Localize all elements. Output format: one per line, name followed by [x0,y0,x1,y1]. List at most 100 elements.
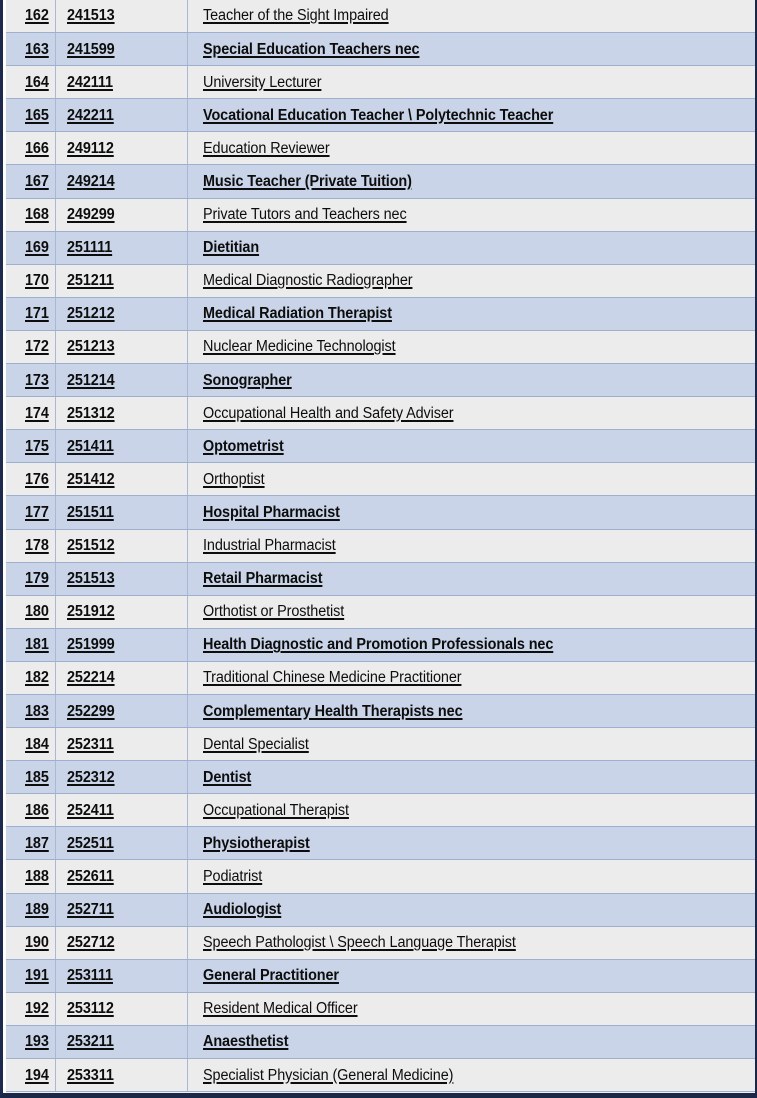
occupation-title-cell: Anaesthetist [187,1025,755,1060]
row-index-text: 178 [25,537,49,555]
table-row[interactable]: 192 253112 Resident Medical Officer [6,992,755,1026]
row-index-cell: 176 [6,462,56,497]
table-row[interactable]: 162 241513 Teacher of the Sight Impaired [6,0,755,34]
occupation-title-text: Orthotist or Prosthetist [202,603,344,621]
occupation-title-text: Private Tutors and Teachers nec [202,206,407,224]
occupation-code-cell: 252411 [55,793,188,828]
table-row[interactable]: 187 252511 Physiotherapist [6,826,755,861]
table-row[interactable]: 171 251212 Medical Radiation Therapist [6,297,755,331]
table-row[interactable]: 183 252299 Complementary Health Therapists… [6,694,755,729]
row-index-text: 170 [25,272,49,290]
row-index-text: 183 [25,702,49,720]
table-row[interactable]: 167 249214 Music Teacher (Private Tuition) [6,164,755,199]
table-row[interactable]: 181 251999 Health Diagnostic and Promotion… [6,628,755,662]
table-row[interactable]: 186 252411 Occupational Therapist [6,793,755,828]
occupation-code-text: 252312 [66,768,115,786]
table-row[interactable]: 191 253111 General Practitioner [6,959,755,993]
occupation-table-body: 162 241513 Teacher of the Sight Impaired 16… [6,0,755,1093]
occupation-title-text: Sonographer [202,371,292,389]
occupation-code-text: 252299 [66,702,115,720]
table-row[interactable]: 176 251412 Orthoptist [6,462,755,497]
table-row[interactable]: 180 251912 Orthotist or Prosthetist [6,595,755,629]
occupation-title-cell: Hospital Pharmacist [187,495,755,530]
table-row[interactable]: 165 242211 Vocational Education Teacher \ … [6,98,755,133]
table-row[interactable]: 184 252311 Dental Specialist [6,727,755,762]
occupation-code-cell: 251999 [55,628,188,662]
occupation-title-cell: Dentist [187,760,755,795]
row-index-cell: 163 [6,32,56,67]
row-index-text: 169 [25,239,49,257]
occupation-code-text: 251213 [66,338,115,356]
row-index-cell: 170 [6,264,56,298]
occupation-title-text: Physiotherapist [202,834,310,852]
table-row[interactable]: 170 251211 Medical Diagnostic Radiographer [6,264,755,298]
table-row[interactable]: 166 249112 Education Reviewer [6,131,755,166]
occupation-code-cell: 241599 [55,32,188,67]
row-index-cell: 193 [6,1025,56,1060]
occupation-code-cell: 242111 [55,65,188,100]
table-row[interactable]: 173 251214 Sonographer [6,363,755,398]
table-row[interactable]: 179 251513 Retail Pharmacist [6,562,755,596]
row-index-cell: 174 [6,396,56,431]
occupation-code-cell: 253111 [55,959,188,993]
occupation-code-text: 252214 [66,669,115,687]
row-index-cell: 173 [6,363,56,398]
occupation-code-text: 242211 [66,106,114,124]
occupation-title-cell: Dental Specialist [187,727,755,762]
occupation-code-cell: 242211 [55,98,188,133]
occupation-code-text: 252411 [66,801,114,819]
row-index-text: 174 [25,404,49,422]
occupation-code-cell: 249214 [55,164,188,199]
row-index-text: 180 [25,603,49,621]
document-frame: 162 241513 Teacher of the Sight Impaired 16… [0,0,757,1098]
table-row[interactable]: 169 251111 Dietitian [6,231,755,265]
occupation-code-text: 253111 [66,967,113,985]
occupation-code-cell: 253112 [55,992,188,1026]
occupation-code-cell: 251214 [55,363,188,398]
row-index-text: 166 [25,139,49,157]
row-index-cell: 191 [6,959,56,993]
occupation-code-text: 252712 [66,934,115,952]
table-row[interactable]: 194 253311 Specialist Physician (General M… [6,1058,755,1093]
table-row[interactable]: 164 242111 University Lecturer [6,65,755,100]
table-row[interactable]: 182 252214 Traditional Chinese Medicine Pr… [6,661,755,695]
row-index-text: 167 [25,173,49,191]
row-index-cell: 187 [6,826,56,861]
table-row[interactable]: 193 253211 Anaesthetist [6,1025,755,1060]
occupation-title-text: Music Teacher (Private Tuition) [202,173,412,191]
occupation-title-cell: Complementary Health Therapists nec [187,694,755,729]
occupation-code-text: 242111 [66,73,113,91]
table-row[interactable]: 178 251512 Industrial Pharmacist [6,529,755,563]
occupation-code-text: 251411 [66,437,114,455]
table-row[interactable]: 190 252712 Speech Pathologist \ Speech Lan… [6,926,755,960]
occupation-code-cell: 253311 [55,1058,188,1093]
occupation-code-text: 249214 [66,173,115,191]
occupation-code-text: 252611 [66,867,114,885]
table-row[interactable]: 177 251511 Hospital Pharmacist [6,495,755,530]
occupation-code-cell: 251111 [55,231,188,265]
row-index-cell: 178 [6,529,56,563]
occupation-code-cell: 251412 [55,462,188,497]
table-row[interactable]: 172 251213 Nuclear Medicine Technologist [6,330,755,365]
table-row[interactable]: 168 249299 Private Tutors and Teachers nec [6,198,755,232]
table-row[interactable]: 175 251411 Optometrist [6,429,755,464]
occupation-title-cell: Education Reviewer [187,131,755,166]
occupation-code-text: 251111 [66,239,112,257]
table-row[interactable]: 174 251312 Occupational Health and Safety … [6,396,755,431]
occupation-title-cell: General Practitioner [187,959,755,993]
table-row[interactable]: 188 252611 Podiatrist [6,859,755,894]
occupation-title-text: Special Education Teachers nec [202,40,420,58]
row-index-cell: 175 [6,429,56,464]
occupation-table-viewport[interactable]: 162 241513 Teacher of the Sight Impaired 16… [6,0,755,1093]
occupation-code-text: 249112 [66,139,114,157]
table-row[interactable]: 185 252312 Dentist [6,760,755,795]
table-row[interactable]: 189 252711 Audiologist [6,893,755,927]
occupation-title-text: Anaesthetist [202,1033,288,1051]
occupation-code-text: 253311 [66,1066,114,1084]
row-index-cell: 166 [6,131,56,166]
occupation-title-cell: Resident Medical Officer [187,992,755,1026]
table-row[interactable]: 163 241599 Special Education Teachers nec [6,32,755,67]
occupation-code-text: 241513 [66,7,115,25]
occupation-title-text: Orthoptist [202,470,265,488]
occupation-title-text: Traditional Chinese Medicine Practitione… [202,669,462,687]
